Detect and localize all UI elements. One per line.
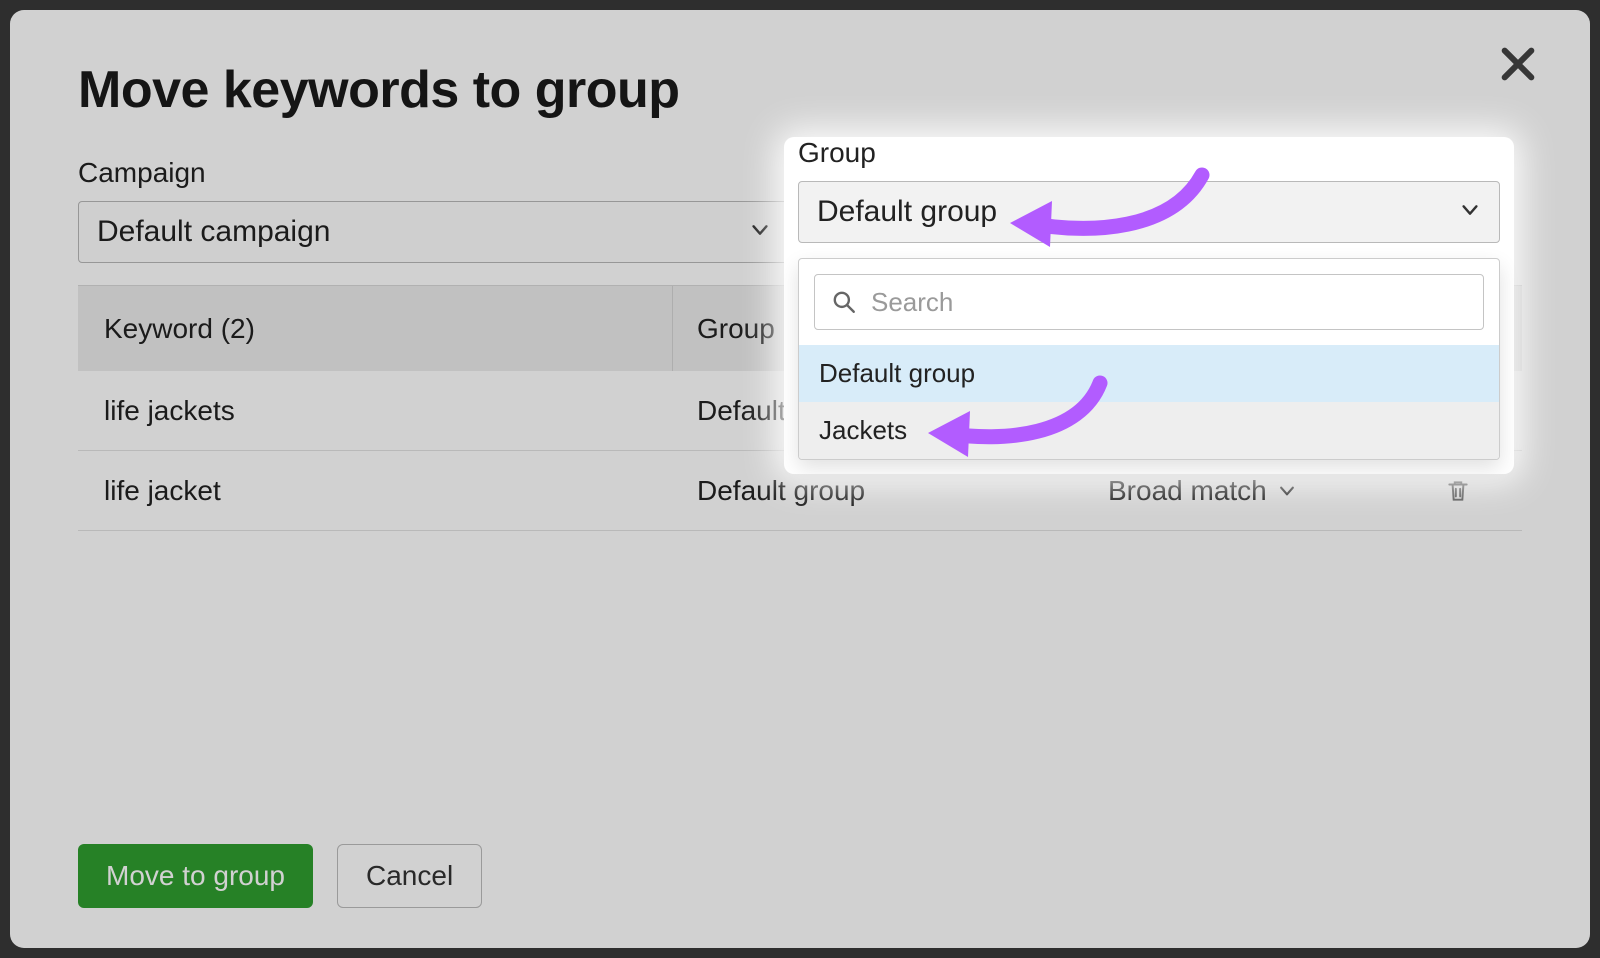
- campaign-select[interactable]: Default campaign: [78, 201, 790, 263]
- close-button[interactable]: [1492, 38, 1544, 90]
- chevron-down-icon: [1277, 481, 1297, 501]
- group-field-highlight: Group Default group Default group Jacket…: [784, 137, 1514, 474]
- group-value: Default group: [817, 195, 997, 229]
- group-option-default[interactable]: Default group: [799, 345, 1499, 402]
- match-type-select[interactable]: Broad match: [1108, 475, 1408, 507]
- group-label: Group: [798, 137, 1500, 169]
- cell-keyword: life jackets: [78, 395, 673, 427]
- dialog-title: Move keywords to group: [78, 60, 1522, 120]
- col-keyword: Keyword (2): [78, 286, 673, 371]
- trash-icon[interactable]: [1445, 476, 1471, 506]
- match-type-label: Broad match: [1108, 475, 1267, 507]
- group-dropdown: Default group Jackets: [798, 258, 1500, 460]
- search-icon: [831, 289, 857, 315]
- campaign-value: Default campaign: [97, 215, 330, 249]
- group-select[interactable]: Default group: [798, 181, 1500, 243]
- cell-keyword: life jacket: [78, 475, 673, 507]
- group-search[interactable]: [814, 274, 1484, 330]
- chevron-down-icon: [1459, 195, 1481, 229]
- chevron-down-icon: [749, 215, 771, 249]
- group-search-input[interactable]: [871, 287, 1467, 318]
- cell-group: Default group: [673, 475, 1108, 507]
- cancel-button[interactable]: Cancel: [337, 844, 482, 908]
- group-option-jackets[interactable]: Jackets: [799, 402, 1499, 459]
- campaign-label: Campaign: [78, 157, 790, 189]
- move-to-group-button[interactable]: Move to group: [78, 844, 313, 908]
- close-icon: [1498, 44, 1538, 84]
